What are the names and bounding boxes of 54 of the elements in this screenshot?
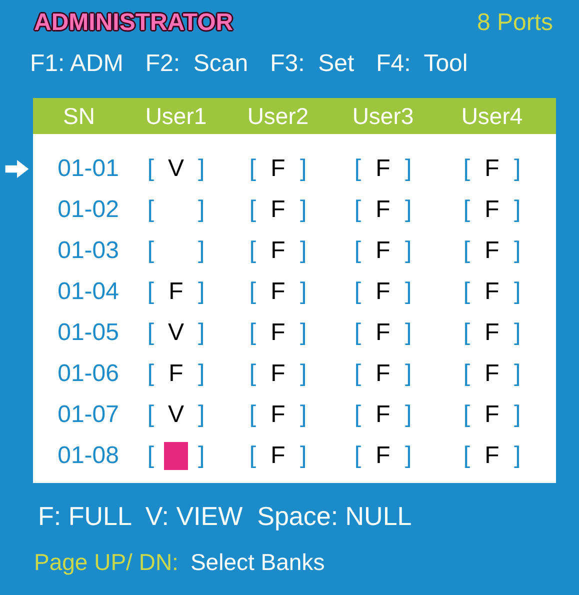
access-cell[interactable]: [ F ] <box>125 278 227 306</box>
access-cell[interactable]: [ F ] <box>437 442 547 470</box>
function-key-label: F2: Scan <box>145 50 248 78</box>
serial-number: 01-03 <box>58 236 120 264</box>
serial-number: 01-01 <box>58 154 120 182</box>
access-cell[interactable]: [ F ] <box>227 318 329 346</box>
access-cell[interactable]: [ F ] <box>437 196 547 224</box>
access-cell[interactable]: [ F ] <box>329 318 437 346</box>
column-header: User2 <box>247 102 309 130</box>
function-key-label: F3: Set <box>270 50 354 78</box>
access-cell[interactable]: [ F ] <box>437 154 547 182</box>
access-cell[interactable]: [ F ] <box>437 236 547 264</box>
serial-number: 01-08 <box>58 442 120 470</box>
access-cell[interactable]: [ F ] <box>437 318 547 346</box>
column-header: User3 <box>352 102 414 130</box>
serial-number: 01-06 <box>58 360 120 388</box>
access-cell[interactable]: [ F ] <box>227 442 329 470</box>
access-cell[interactable]: [ F ] <box>329 154 437 182</box>
access-cell[interactable]: [ F ] <box>329 360 437 388</box>
page-keys-label: Page UP/ DN: <box>34 549 178 576</box>
access-cell[interactable]: [ V ] <box>125 400 227 428</box>
access-cell[interactable]: [ ] <box>125 196 227 224</box>
access-cell[interactable]: [ F ] <box>329 236 437 264</box>
legend-text: F: FULL V: VIEW Space: NULL <box>37 500 413 533</box>
access-cell[interactable]: [ F ] <box>227 278 329 306</box>
function-key-label: F4: Tool <box>376 50 468 78</box>
port-count: 8 Ports <box>476 9 553 37</box>
access-cell[interactable]: [ F ] <box>329 400 437 428</box>
serial-number: 01-02 <box>58 196 120 224</box>
access-cell[interactable]: [ F ] <box>227 196 329 224</box>
access-cell[interactable]: [ F ] <box>329 278 437 306</box>
access-cell[interactable]: [ V ] <box>125 318 227 346</box>
access-cell[interactable]: [ F ] <box>227 154 329 182</box>
serial-number: 01-04 <box>58 278 120 306</box>
access-cell[interactable]: [ F ] <box>227 400 329 428</box>
menu-title: ADMINISTRATOR <box>34 9 234 37</box>
access-cell[interactable]: [ F ] <box>125 360 227 388</box>
column-header: SN <box>63 102 95 130</box>
access-cell[interactable]: [ F ] <box>227 360 329 388</box>
access-cell[interactable]: [ ] <box>125 442 227 470</box>
access-cell[interactable]: [ F ] <box>329 196 437 224</box>
access-cell[interactable]: [ F ] <box>437 400 547 428</box>
serial-number: 01-05 <box>58 318 120 346</box>
serial-number: 01-07 <box>58 400 120 428</box>
access-cell[interactable]: [ F ] <box>437 360 547 388</box>
function-key-label: F1: ADM <box>30 50 124 78</box>
access-cell[interactable]: [ F ] <box>437 278 547 306</box>
column-header: User1 <box>145 102 207 130</box>
column-header: User4 <box>461 102 523 130</box>
access-cell[interactable]: [ ] <box>125 236 227 264</box>
access-cell[interactable]: [ F ] <box>329 442 437 470</box>
select-banks-label: Select Banks <box>190 549 325 576</box>
access-cell[interactable]: [ V ] <box>125 154 227 182</box>
access-cell[interactable]: [ F ] <box>227 236 329 264</box>
